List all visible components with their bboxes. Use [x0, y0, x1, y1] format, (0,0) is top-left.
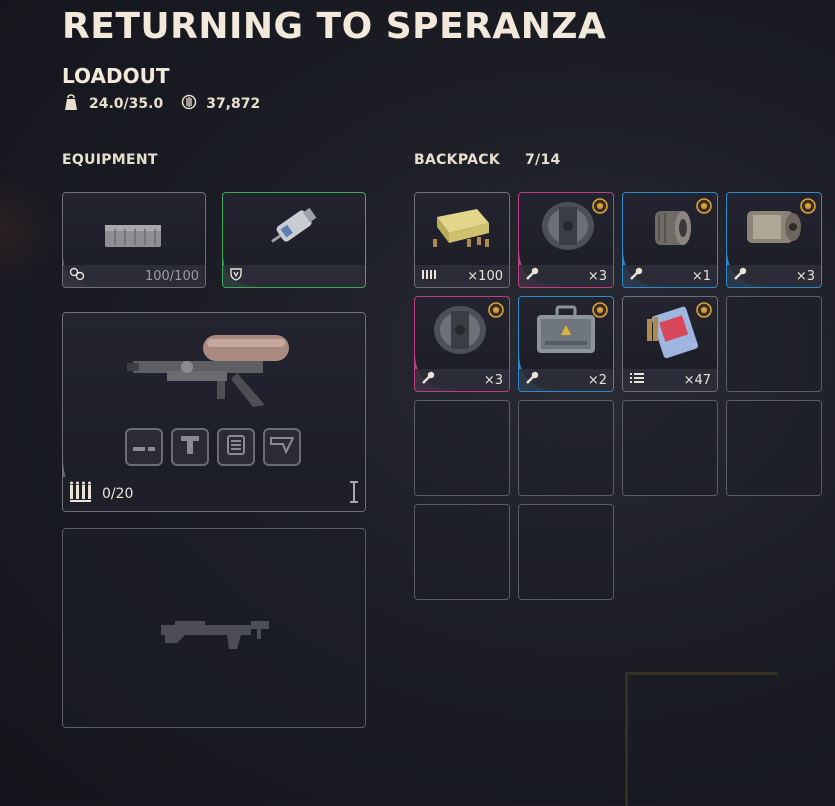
backpack-slot[interactable]: ×1	[622, 192, 718, 288]
item-quantity: ×3	[483, 372, 503, 388]
backpack-slot-empty[interactable]	[622, 400, 718, 496]
item-quantity: ×1	[691, 268, 711, 284]
weapon-icon	[127, 335, 289, 407]
tool-case-item-icon	[537, 305, 595, 353]
backpack-slot-empty[interactable]	[726, 296, 822, 392]
muzzle-icon	[133, 438, 155, 457]
slot-footer: ×100	[415, 265, 509, 287]
wrench-icon	[421, 371, 435, 389]
wrench-icon	[525, 371, 539, 389]
slot-footer	[223, 265, 365, 287]
shield-recharge-icon	[69, 267, 85, 285]
slot-footer: 100/100	[63, 265, 205, 287]
underbarrel-icon	[180, 435, 200, 459]
slot-footer: ×3	[415, 369, 509, 391]
attachment-slot-stock[interactable]	[263, 428, 301, 466]
weight-bag-icon	[62, 93, 80, 115]
page-title: RETURNING TO SPERANZA	[62, 6, 607, 47]
backpack-slot-empty[interactable]	[414, 400, 510, 496]
background-glow	[0, 170, 60, 290]
backpack-slot-empty[interactable]	[518, 504, 614, 600]
ammo-icon	[69, 481, 95, 507]
backpack-slot[interactable]: ×47	[622, 296, 718, 392]
backpack-slot[interactable]: ×2	[518, 296, 614, 392]
list-icon	[629, 371, 645, 389]
weapon-slot-primary[interactable]: 0/20	[62, 312, 366, 512]
attachment-slot-magazine[interactable]	[217, 428, 255, 466]
ammo-box-item-icon	[433, 209, 489, 247]
bullet-pack-item-icon	[647, 306, 699, 359]
shield-emblem-icon	[229, 267, 243, 285]
motor-part-item-icon	[747, 211, 801, 243]
equipment-slot-augment[interactable]	[222, 192, 366, 288]
weapon-footer: 0/20	[63, 477, 365, 511]
attachment-slot-underbarrel[interactable]	[171, 428, 209, 466]
weapon-placeholder-icon	[161, 621, 269, 649]
shield-recharger-item-icon	[105, 225, 161, 247]
stock-icon	[270, 436, 295, 458]
backpack-label: BACKPACK	[414, 152, 500, 168]
canister-item-icon	[542, 202, 594, 250]
equipment-label: EQUIPMENT	[62, 152, 158, 168]
backpack-slot[interactable]: ×100	[414, 192, 510, 288]
backpack-slot-empty[interactable]	[414, 504, 510, 600]
slot-footer: ×1	[623, 265, 717, 287]
weapon-ammo-count: 0/20	[102, 486, 134, 502]
backpack-slot[interactable]: ×3	[518, 192, 614, 288]
canister-item-icon	[434, 306, 486, 354]
backpack-slot-empty[interactable]	[518, 400, 614, 496]
weapon-tier-icon	[349, 481, 359, 507]
durability-value: 100/100	[144, 268, 199, 284]
ammo-icon	[421, 267, 437, 285]
item-quantity: ×2	[587, 372, 607, 388]
weight-value: 24.0/35.0	[89, 96, 164, 112]
background-decoration	[625, 672, 778, 806]
coin-icon	[181, 94, 197, 114]
wrench-icon	[629, 267, 643, 285]
slot-footer: ×47	[623, 369, 717, 391]
currency-value: 37,872	[206, 96, 261, 112]
weapon-slot-secondary[interactable]	[62, 528, 366, 728]
slot-footer: ×2	[519, 369, 613, 391]
item-quantity: ×3	[587, 268, 607, 284]
slot-footer: ×3	[727, 265, 821, 287]
wrench-icon	[733, 267, 747, 285]
item-quantity: ×3	[795, 268, 815, 284]
loadout-heading: LOADOUT	[62, 64, 170, 88]
augment-item-icon	[271, 207, 317, 243]
item-quantity: ×47	[683, 372, 711, 388]
gear-part-item-icon	[655, 211, 691, 245]
item-quantity: ×100	[467, 268, 503, 284]
backpack-count: 7/14	[525, 152, 561, 168]
backpack-slot[interactable]: ×3	[726, 192, 822, 288]
backpack-slot[interactable]: ×3	[414, 296, 510, 392]
wrench-icon	[525, 267, 539, 285]
backpack-slot-empty[interactable]	[726, 400, 822, 496]
equipment-slot-shield[interactable]: 100/100	[62, 192, 206, 288]
slot-footer: ×3	[519, 265, 613, 287]
magazine-icon	[226, 434, 246, 460]
stats-bar: 24.0/35.0 37,872	[62, 94, 260, 114]
attachment-slot-muzzle[interactable]	[125, 428, 163, 466]
